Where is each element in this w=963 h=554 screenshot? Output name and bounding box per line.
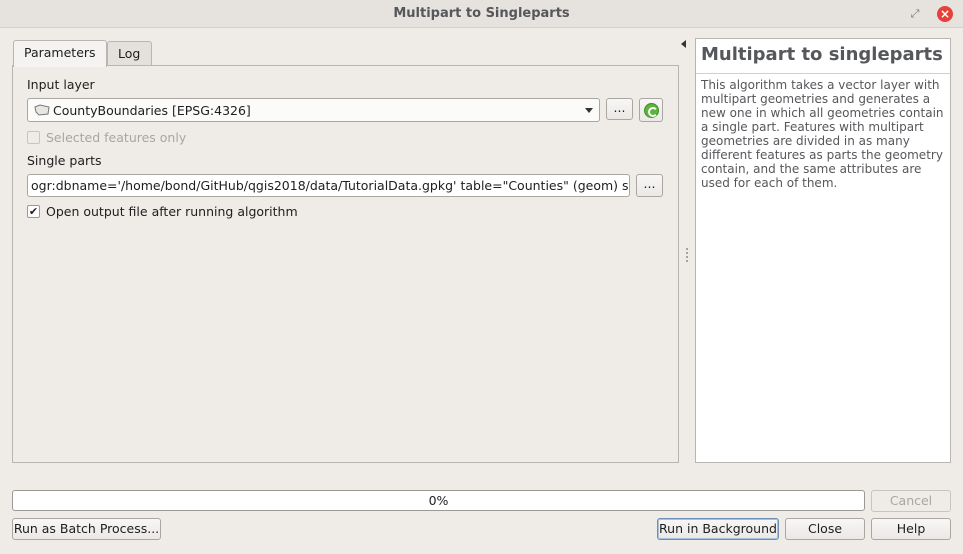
open-output-label: Open output file after running algorithm	[46, 204, 298, 219]
refresh-icon	[644, 103, 659, 118]
run-batch-button[interactable]: Run as Batch Process...	[12, 518, 161, 540]
collapse-left-icon[interactable]	[681, 40, 686, 48]
single-parts-browse-button[interactable]: ...	[636, 174, 663, 197]
run-background-button[interactable]: Run in Background	[657, 518, 779, 540]
open-output-checkbox[interactable]: ✔	[27, 205, 40, 218]
input-layer-value: CountyBoundaries [EPSG:4326]	[53, 103, 251, 118]
selected-features-label: Selected features only	[46, 130, 187, 145]
single-parts-label: Single parts	[27, 153, 102, 168]
iterate-button[interactable]	[639, 98, 663, 122]
input-layer-browse-button[interactable]: ...	[606, 98, 633, 120]
help-button[interactable]: Help	[871, 518, 951, 540]
window-title: Multipart to Singleparts	[393, 6, 570, 21]
parameters-panel	[12, 65, 679, 463]
help-panel: Multipart to singleparts This algorithm …	[695, 38, 951, 463]
help-title: Multipart to singleparts	[701, 44, 943, 65]
help-description: This algorithm takes a vector layer with…	[701, 78, 944, 190]
chevron-down-icon	[585, 108, 593, 113]
input-layer-combo[interactable]: CountyBoundaries [EPSG:4326]	[27, 98, 600, 122]
restore-icon[interactable]: ⤢	[908, 7, 922, 21]
single-parts-output-field[interactable]: ogr:dbname='/home/bond/GitHub/qgis2018/d…	[27, 174, 630, 197]
tab-parameters[interactable]: Parameters	[13, 40, 107, 67]
close-window-icon[interactable]: ×	[937, 6, 953, 22]
title-bar: Multipart to Singleparts ⤢ ×	[0, 0, 963, 28]
polygon-layer-icon	[34, 104, 50, 116]
tab-log[interactable]: Log	[107, 41, 152, 66]
help-divider	[696, 73, 950, 74]
selected-features-checkbox[interactable]	[27, 131, 40, 144]
cancel-button[interactable]: Cancel	[871, 490, 951, 512]
close-button[interactable]: Close	[785, 518, 865, 540]
input-layer-label: Input layer	[27, 77, 95, 92]
splitter-handle[interactable]	[686, 248, 688, 262]
progress-bar: 0%	[12, 490, 865, 511]
